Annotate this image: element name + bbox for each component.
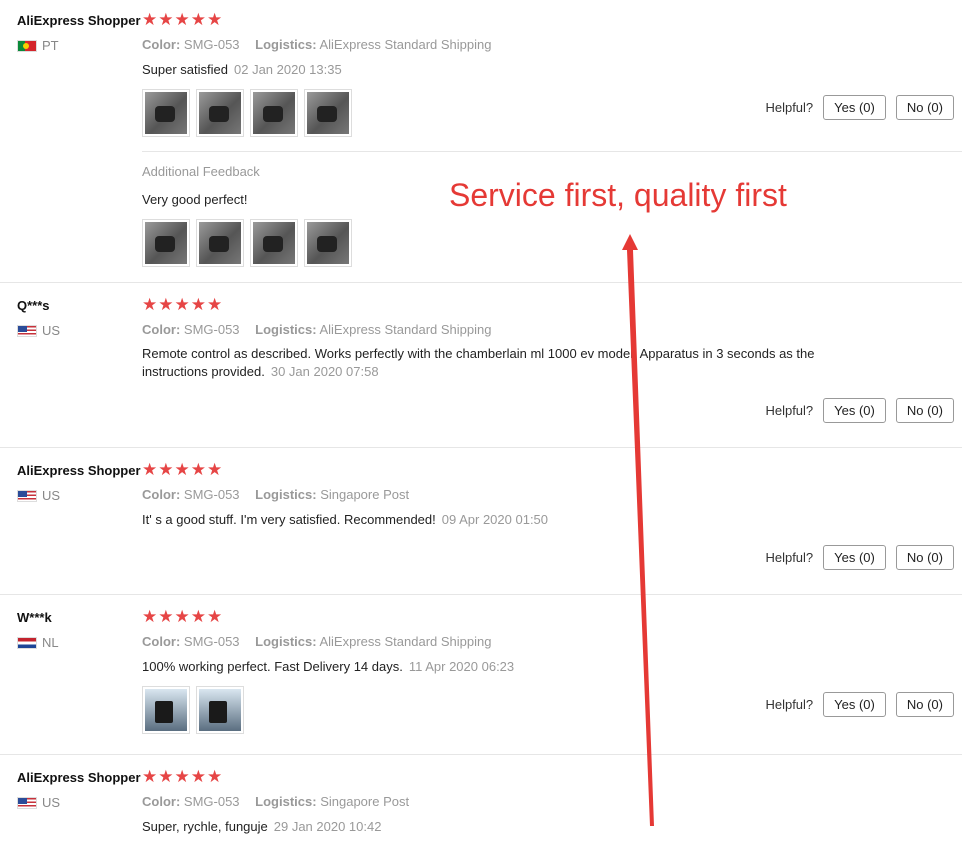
red-arrow-icon	[622, 234, 654, 826]
